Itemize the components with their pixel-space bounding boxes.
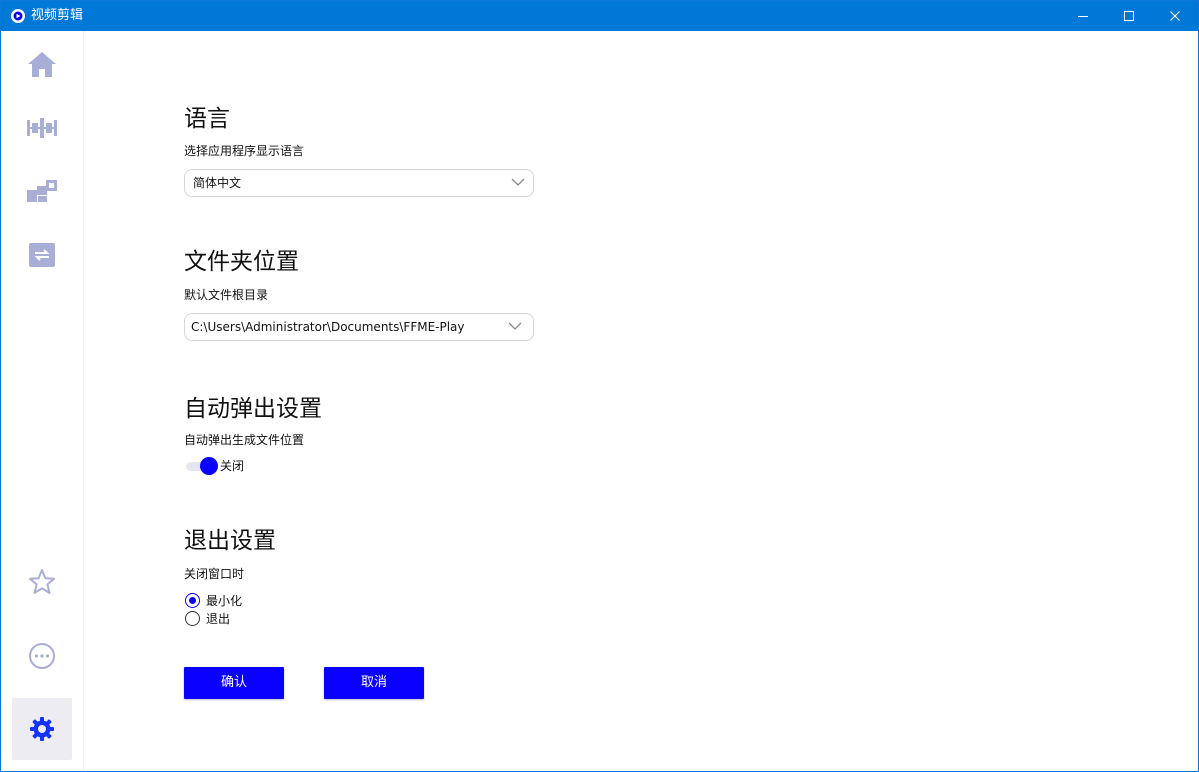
minimize-button[interactable] xyxy=(1060,1,1106,31)
gear-icon xyxy=(30,717,54,741)
radio-minimize[interactable]: 最小化 xyxy=(185,592,242,609)
title-bar[interactable]: 视频剪辑 xyxy=(1,1,1198,31)
sidebar-item-timeline[interactable] xyxy=(12,97,72,159)
exit-section-title: 退出设置 xyxy=(184,528,276,554)
confirm-button[interactable]: 确认 xyxy=(184,667,284,699)
app-window: 视频剪辑 语言 选择应用程序显示语言 简体中文 文件夹位置 默认文件根目录 C:… xyxy=(0,0,1199,772)
sidebar xyxy=(1,31,84,771)
maximize-button[interactable] xyxy=(1106,1,1152,31)
cancel-button[interactable]: 取消 xyxy=(324,667,424,699)
maximize-icon xyxy=(1124,11,1134,21)
blocks-icon xyxy=(27,180,57,202)
language-description: 选择应用程序显示语言 xyxy=(184,144,305,158)
folder-select[interactable]: C:\Users\Administrator\Documents\FFME-Pl… xyxy=(184,313,534,341)
auto-popup-description: 自动弹出生成文件位置 xyxy=(184,433,305,447)
language-select-value: 简体中文 xyxy=(193,176,242,190)
folder-select-value: C:\Users\Administrator\Documents\FFME-Pl… xyxy=(191,320,465,334)
timeline-icon xyxy=(27,118,57,138)
folder-description: 默认文件根目录 xyxy=(184,288,269,302)
star-icon xyxy=(29,569,55,594)
sidebar-item-favorite[interactable] xyxy=(12,551,72,613)
sidebar-item-settings[interactable] xyxy=(12,698,72,760)
auto-popup-toggle[interactable] xyxy=(186,457,218,475)
sidebar-item-more[interactable] xyxy=(12,625,72,687)
folder-section-title: 文件夹位置 xyxy=(184,249,299,275)
toggle-knob xyxy=(200,457,218,475)
settings-panel: 语言 选择应用程序显示语言 简体中文 文件夹位置 默认文件根目录 C:\User… xyxy=(85,31,1198,771)
sidebar-item-blocks[interactable] xyxy=(12,160,72,222)
chevron-down-icon xyxy=(508,322,522,330)
radio-minimize-indicator[interactable] xyxy=(185,593,200,608)
minimize-icon xyxy=(1078,16,1088,17)
sidebar-item-convert[interactable] xyxy=(12,224,72,286)
close-button[interactable] xyxy=(1152,1,1198,31)
language-select[interactable]: 简体中文 xyxy=(184,169,534,197)
language-section-title: 语言 xyxy=(184,106,230,132)
app-logo-icon xyxy=(10,8,26,24)
close-icon xyxy=(1170,11,1180,21)
chevron-down-icon xyxy=(511,178,525,186)
window-title: 视频剪辑 xyxy=(31,8,84,23)
more-icon xyxy=(29,643,55,669)
radio-exit-label: 退出 xyxy=(206,611,231,626)
convert-icon xyxy=(29,243,55,267)
home-icon xyxy=(28,52,56,77)
radio-exit-indicator[interactable] xyxy=(185,611,200,626)
sidebar-item-home[interactable] xyxy=(12,34,72,96)
auto-popup-section-title: 自动弹出设置 xyxy=(184,396,322,422)
radio-minimize-label: 最小化 xyxy=(206,593,243,608)
auto-popup-toggle-label: 关闭 xyxy=(220,459,245,473)
exit-description: 关闭窗口时 xyxy=(184,567,245,581)
radio-exit[interactable]: 退出 xyxy=(185,610,230,627)
